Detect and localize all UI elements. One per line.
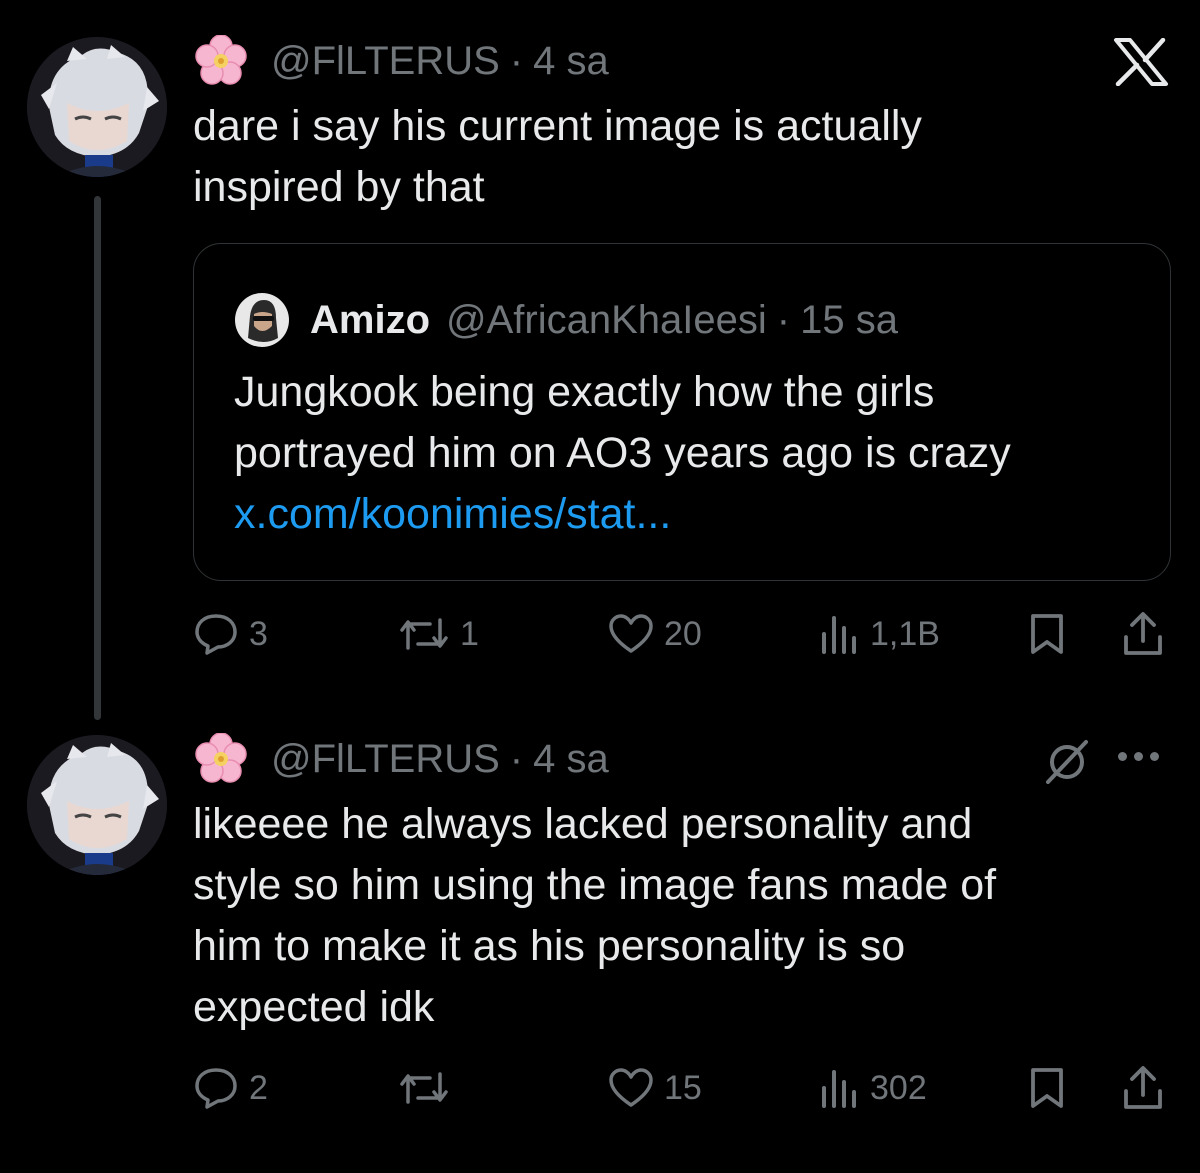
tweet1-text-line: inspired by that xyxy=(193,163,485,211)
tweet2-text: likeeee he always lacked personality and… xyxy=(193,794,996,1038)
cherry-blossom-icon xyxy=(195,35,247,85)
tweet2-actions: 2 15 302 xyxy=(193,1058,1173,1118)
share-button[interactable] xyxy=(1121,1058,1165,1118)
share-icon xyxy=(1124,612,1162,655)
heart-icon xyxy=(609,1068,653,1107)
quoted-text-line: Jungkook being exactly how the girls xyxy=(234,368,935,416)
reply-icon xyxy=(195,1068,237,1109)
tweet2-handle[interactable]: @FlLTERUS xyxy=(271,737,500,782)
repost-icon xyxy=(400,618,448,650)
views-count: 302 xyxy=(870,1068,927,1107)
repost-count: 1 xyxy=(460,614,479,653)
tweet1-text: dare i say his current image is actually… xyxy=(193,96,922,218)
avatar[interactable] xyxy=(27,37,167,177)
tweet2-text-line: likeeee he always lacked personality and xyxy=(193,800,973,848)
tweet2-text-line: expected idk xyxy=(193,983,435,1031)
tweet1-header: @FlLTERUS · 4 sa xyxy=(195,34,609,88)
like-count: 20 xyxy=(664,614,702,653)
avatar[interactable] xyxy=(27,735,167,875)
quoted-avatar[interactable] xyxy=(234,292,290,348)
views-icon xyxy=(822,1070,856,1108)
bookmark-button[interactable] xyxy=(1027,604,1067,664)
reply-button[interactable]: 2 xyxy=(193,1058,268,1118)
tweet1-time[interactable]: 4 sa xyxy=(533,39,609,84)
thread-line xyxy=(94,196,101,720)
separator: · xyxy=(509,38,524,83)
share-icon xyxy=(1124,1066,1162,1109)
more-options-icon[interactable] xyxy=(1118,752,1159,761)
like-button[interactable]: 20 xyxy=(608,604,702,664)
x-logo-icon[interactable] xyxy=(1112,38,1170,86)
tweet2-header: @FlLTERUS · 4 sa xyxy=(195,732,609,786)
reply-button[interactable]: 3 xyxy=(193,604,268,664)
like-button[interactable]: 15 xyxy=(608,1058,702,1118)
heart-icon xyxy=(609,614,653,653)
quoted-handle[interactable]: @AfricanKhaIeesi xyxy=(446,298,767,343)
repost-button[interactable]: 1 xyxy=(398,604,479,664)
views-button[interactable]: 1,1B xyxy=(818,604,940,664)
bookmark-icon xyxy=(1031,1068,1063,1108)
quoted-text: Jungkook being exactly how the girls por… xyxy=(234,362,1134,545)
quoted-link[interactable]: x.com/koonimies/stat... xyxy=(234,484,1134,545)
quoted-tweet-header: Amizo @AfricanKhaIeesi · 15 sa xyxy=(234,292,898,348)
quoted-time[interactable]: 15 sa xyxy=(800,298,898,343)
reply-icon xyxy=(195,614,237,655)
views-count: 1,1B xyxy=(870,614,940,653)
quoted-tweet[interactable]: Amizo @AfricanKhaIeesi · 15 sa Jungkook … xyxy=(193,243,1171,581)
bookmark-icon xyxy=(1031,614,1063,654)
reply-count: 2 xyxy=(249,1068,268,1107)
tweet1-text-line: dare i say his current image is actually xyxy=(193,102,922,150)
separator: · xyxy=(776,297,791,342)
share-button[interactable] xyxy=(1121,604,1165,664)
cherry-blossom-icon xyxy=(195,733,247,783)
repost-button[interactable] xyxy=(398,1058,460,1118)
tweet1-handle[interactable]: @FlLTERUS xyxy=(271,39,500,84)
tweet1-actions: 3 1 20 1,1B xyxy=(193,604,1173,664)
tweet2-text-line: him to make it as his personality is so xyxy=(193,922,906,970)
repost-icon xyxy=(400,1072,448,1104)
views-icon xyxy=(822,616,856,654)
quoted-name[interactable]: Amizo xyxy=(310,298,430,343)
tweet2-text-line: style so him using the image fans made o… xyxy=(193,861,997,909)
views-button[interactable]: 302 xyxy=(818,1058,927,1118)
like-count: 15 xyxy=(664,1068,702,1107)
separator: · xyxy=(509,736,524,781)
quoted-text-line: portrayed him on AO3 years ago is crazy xyxy=(234,429,1011,477)
reply-count: 3 xyxy=(249,614,268,653)
tweet2-time[interactable]: 4 sa xyxy=(533,737,609,782)
bookmark-button[interactable] xyxy=(1027,1058,1067,1118)
grok-icon[interactable] xyxy=(1042,738,1092,784)
